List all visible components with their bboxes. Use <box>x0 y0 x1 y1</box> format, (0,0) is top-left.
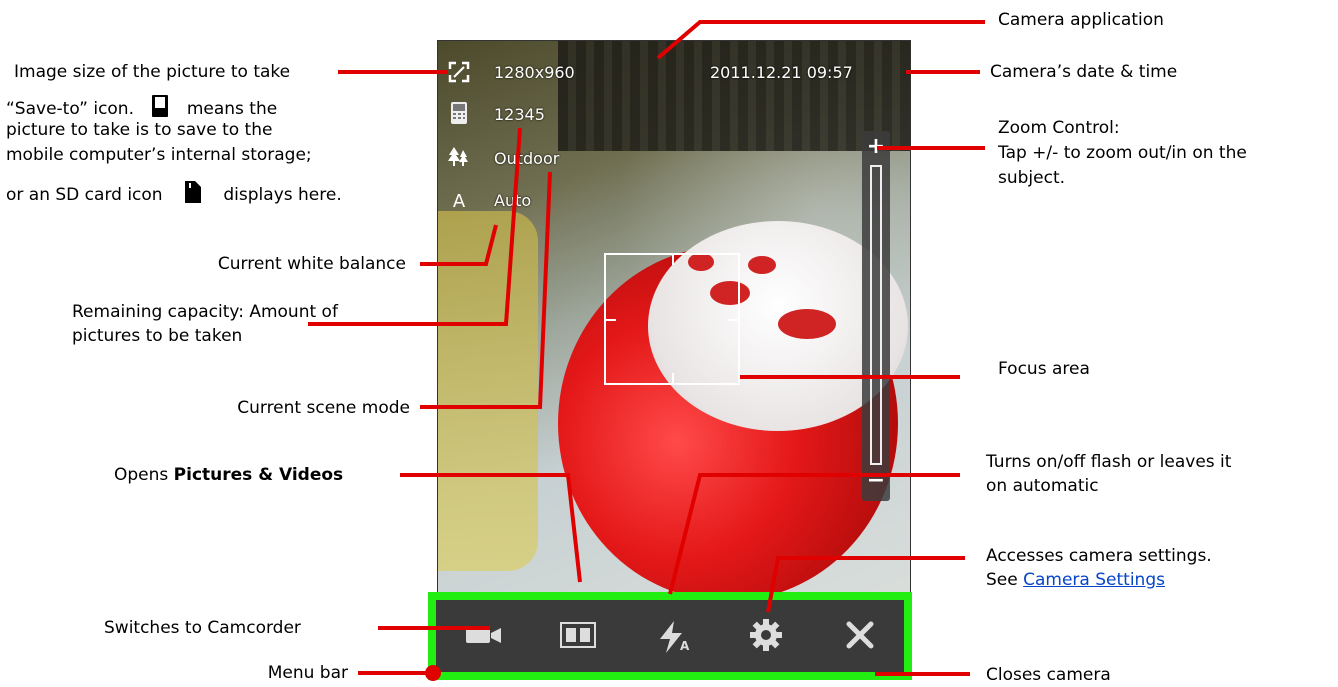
label-sd-text-b: displays here. <box>223 185 342 205</box>
label-focus-area: Focus area <box>998 359 1090 379</box>
label-opens-bold: Pictures & Videos <box>173 465 344 485</box>
label-flash-line2: on automatic <box>986 476 1099 496</box>
label-save-to-line4: or an SD card icon displays here. <box>6 180 342 211</box>
label-zoom-line3: subject. <box>998 168 1066 188</box>
label-zoom-line1: Zoom Control: <box>998 118 1120 138</box>
sd-card-icon <box>184 180 202 211</box>
label-remaining-line1: Remaining capacity: Amount of <box>72 302 338 322</box>
label-image-size: Image size of the picture to take <box>14 62 291 82</box>
label-save-to-line3: mobile computer’s internal storage; <box>6 145 312 165</box>
label-remaining-line2: pictures to be taken <box>72 326 243 346</box>
label-save-to-line2: picture to take is to save to the <box>6 120 273 140</box>
label-save-to-text: “Save-to” icon. <box>6 99 134 119</box>
label-save-to-text-b: means the <box>186 99 278 119</box>
label-scene-mode: Current scene mode <box>237 398 410 418</box>
label-camera-app: Camera application <box>998 10 1164 30</box>
label-date-time: Camera’s date & time <box>990 62 1178 82</box>
label-sd-text: or an SD card icon <box>6 185 163 205</box>
label-opens-prefix: Opens <box>114 465 174 485</box>
label-switches-camcorder: Switches to Camcorder <box>104 618 301 638</box>
label-flash-line1: Turns on/off flash or leaves it <box>986 452 1232 472</box>
label-white-balance: Current white balance <box>217 254 406 274</box>
label-zoom-line2: Tap +/- to zoom out/in on the <box>998 143 1247 163</box>
label-opens-pictures: Opens Pictures & Videos <box>114 463 343 487</box>
label-closes-camera: Closes camera <box>986 665 1111 685</box>
label-settings-line1: Accesses camera settings. <box>986 546 1212 566</box>
label-settings-line2: See Camera Settings <box>986 568 1165 592</box>
label-settings-see: See <box>986 570 1024 590</box>
camera-settings-link[interactable]: Camera Settings <box>1023 570 1165 590</box>
label-menu-bar: Menu bar <box>267 663 348 683</box>
